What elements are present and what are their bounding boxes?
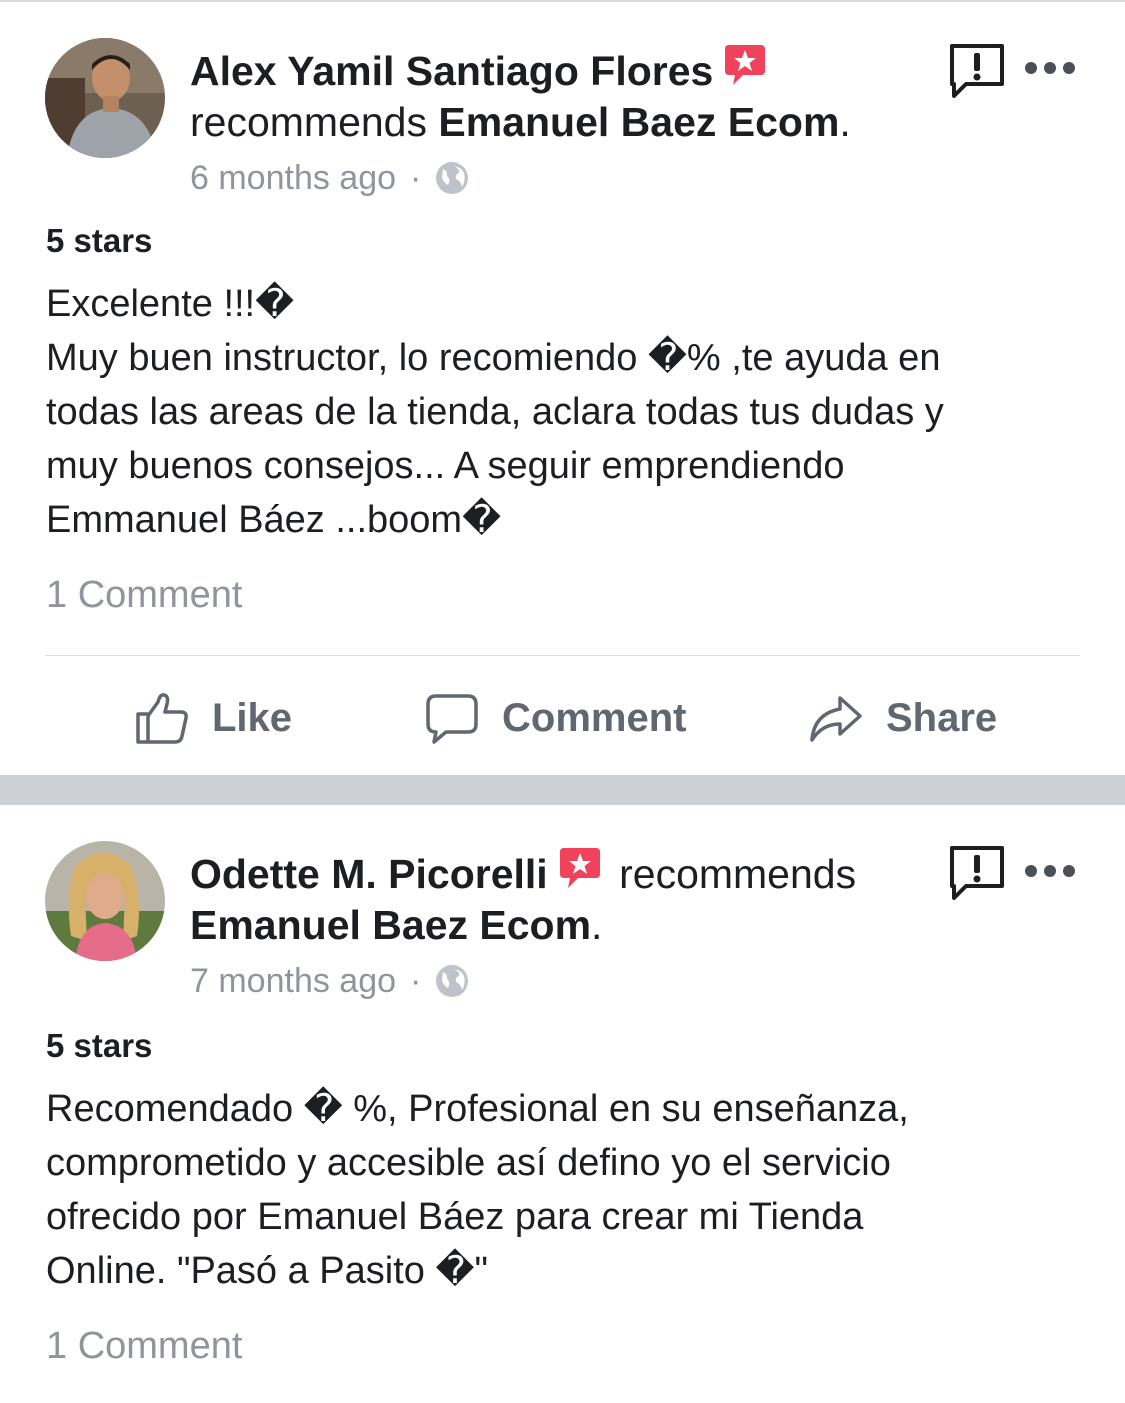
meta-separator: · — [410, 962, 422, 1000]
page-name[interactable]: Emanuel Baez Ecom — [190, 902, 591, 948]
more-options-icon[interactable] — [1024, 58, 1076, 78]
report-flag-icon[interactable] — [948, 844, 1006, 902]
author-name[interactable]: Alex Yamil Santiago Flores — [190, 48, 713, 94]
share-arrow-icon — [810, 696, 862, 742]
author-name[interactable]: Odette M. Picorelli — [190, 851, 548, 897]
review-line: muy buenos consejos... A seguir emprendi… — [46, 445, 845, 487]
review-post: Alex Yamil Santiago Flores recommends Em… — [0, 0, 1125, 775]
comment-button[interactable]: Comment — [424, 683, 686, 753]
post-separator — [0, 775, 1125, 805]
review-line: Online. "Pasó a Pasito �" — [46, 1250, 488, 1292]
like-button[interactable]: Like — [134, 683, 292, 753]
comment-count-link[interactable]: 1 Comment — [46, 1325, 242, 1368]
review-line: comprometido y accesible así defino yo e… — [46, 1142, 891, 1184]
post-header: Alex Yamil Santiago Flores recommends Em… — [190, 43, 930, 148]
page-name[interactable]: Emanuel Baez Ecom — [438, 99, 839, 145]
timestamp[interactable]: 7 months ago — [190, 961, 396, 1001]
review-line: todas las areas de la tienda, aclara tod… — [46, 391, 944, 433]
avatar[interactable] — [45, 38, 165, 158]
post-header: Odette M. Picorelli recommends Emanuel B… — [190, 846, 930, 951]
comment-label: Comment — [502, 695, 687, 740]
review-text: Excelente !!!� Muy buen instructor, lo r… — [46, 277, 1086, 547]
avatar[interactable] — [45, 841, 165, 961]
globe-icon — [435, 161, 469, 195]
post-meta: 6 months ago · — [190, 158, 469, 198]
sentence-period: . — [591, 902, 603, 948]
like-label: Like — [212, 695, 293, 740]
star-rating: 5 stars — [46, 222, 153, 259]
review-line: Excelente !!!� — [46, 283, 295, 325]
recommends-label: recommends — [190, 99, 427, 145]
thumbs-up-icon — [136, 693, 188, 744]
report-flag-icon[interactable] — [948, 42, 1006, 100]
comment-count-link[interactable]: 1 Comment — [46, 574, 242, 617]
meta-separator: · — [410, 159, 422, 197]
recommends-label: recommends — [619, 851, 857, 897]
review-line: ofrecido por Emanuel Báez para crear mi … — [46, 1196, 864, 1238]
globe-icon — [435, 964, 469, 998]
recommend-star-badge-icon — [723, 43, 767, 87]
review-line: Muy buen instructor, lo recomiendo �% ,t… — [46, 337, 941, 379]
star-rating: 5 stars — [46, 1027, 153, 1064]
share-label: Share — [886, 695, 998, 740]
review-line: Recomendado � %, Profesional en su enseñ… — [46, 1088, 909, 1130]
share-button[interactable]: Share — [808, 683, 997, 753]
review-post: Odette M. Picorelli recommends Emanuel B… — [0, 805, 1125, 1403]
sentence-period: . — [839, 99, 851, 145]
action-divider — [45, 655, 1080, 656]
timestamp[interactable]: 6 months ago — [190, 158, 396, 198]
review-line: Emmanuel Báez ...boom� — [46, 499, 502, 541]
review-text: Recomendado � %, Profesional en su enseñ… — [46, 1082, 1086, 1298]
recommendations-feed: Alex Yamil Santiago Flores recommends Em… — [0, 0, 1125, 1403]
post-meta: 7 months ago · — [190, 961, 469, 1001]
speech-bubble-icon — [426, 694, 478, 744]
recommend-star-badge-icon — [558, 846, 602, 890]
more-options-icon[interactable] — [1024, 861, 1076, 881]
